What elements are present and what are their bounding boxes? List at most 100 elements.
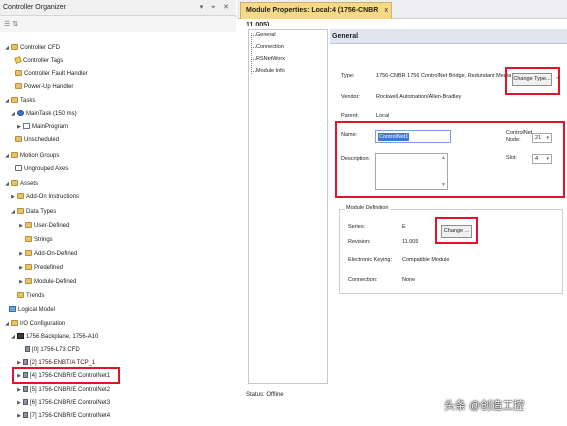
controlnet-node-select[interactable]: 21 ▾ — [532, 133, 552, 143]
tab-module-properties[interactable]: Module Properties: Local:4 (1756-CNBR 11… — [240, 2, 392, 29]
tree-node-user-defined[interactable]: ▶ User-Defined — [18, 220, 69, 232]
node-value: 21 — [535, 135, 542, 141]
name-label: Name: — [341, 132, 358, 138]
collapse-icon[interactable]: ◢ — [4, 95, 10, 107]
expand-icon[interactable]: ▶ — [10, 191, 16, 203]
module-icon — [25, 346, 30, 352]
watermark: 头条 @创造工控 — [444, 400, 525, 412]
folder-icon — [15, 136, 22, 142]
tree-node-controller[interactable]: ◢ Controller CFD — [4, 42, 60, 54]
logical-model-icon — [9, 306, 16, 312]
tree-node-ungrouped-axes[interactable]: Ungrouped Axes — [14, 163, 68, 175]
tree-node-backplane[interactable]: ◢ 1756 Backplane, 1756-A10 — [10, 331, 98, 343]
category-rsnetworx[interactable]: RSNetWorx — [253, 56, 285, 62]
collapse-icon[interactable]: ◢ — [10, 331, 16, 343]
type-label: Type: — [341, 73, 355, 79]
axes-icon — [15, 165, 22, 171]
organizer-toolbar[interactable]: ☰ ⇅ — [0, 17, 236, 32]
revision-label: Revision: — [348, 239, 371, 245]
folder-icon — [25, 236, 32, 242]
scroll-up-icon[interactable]: ▲ — [441, 155, 446, 161]
expand-icon[interactable]: ▶ — [18, 276, 24, 288]
tree-node-add-on-defined[interactable]: ▶ Add-On-Defined — [18, 248, 77, 260]
category-list — [248, 29, 328, 384]
folder-icon — [17, 193, 24, 199]
toolbar-icons[interactable]: ☰ ⇅ — [4, 21, 18, 28]
expand-icon[interactable]: ▶ — [18, 262, 24, 274]
module-icon — [23, 412, 28, 418]
tag-icon — [14, 56, 22, 64]
change-type-button[interactable]: Change Type... — [512, 73, 552, 86]
type-value: 1756-CNBR 1756 ControlNet Bridge, Redund… — [376, 73, 512, 79]
description-label: Description: — [341, 156, 371, 162]
module-icon — [23, 399, 28, 405]
vendor-value: Rockwell Automation/Allen-Bradley — [376, 94, 462, 100]
organizer-title-bar: Controller Organizer ▾ ⌖ ✕ — [0, 0, 236, 16]
pane-buttons[interactable]: ▾ ⌖ ✕ — [200, 0, 232, 16]
tree-node-trends[interactable]: Trends — [16, 290, 44, 302]
collapse-icon[interactable]: ◢ — [10, 108, 16, 120]
collapse-icon[interactable]: ◢ — [4, 178, 10, 190]
folder-icon — [15, 70, 22, 76]
organizer-title: Controller Organizer — [3, 4, 67, 11]
tree-node-logical-model[interactable]: Logical Model — [8, 304, 55, 316]
expand-icon[interactable]: ▶ — [16, 410, 22, 422]
change-button[interactable]: Change ... — [441, 225, 472, 238]
tree-node-slot-0[interactable]: [0] 1756-L73 CFD — [24, 344, 80, 356]
connection-value: None — [402, 277, 416, 283]
task-icon — [17, 110, 24, 116]
folder-icon — [17, 208, 24, 214]
category-module-info[interactable]: Module Info — [253, 68, 285, 74]
tree-node-add-on-instructions[interactable]: ▶ Add-On Instructions — [10, 191, 79, 203]
collapse-icon[interactable]: ◢ — [4, 150, 10, 162]
backplane-icon — [17, 333, 24, 339]
scroll-down-icon[interactable]: ▼ — [441, 182, 446, 188]
category-general[interactable]: General — [253, 32, 276, 38]
name-input[interactable]: ControlNet1 — [375, 130, 451, 143]
tree-node-assets[interactable]: ◢ Assets — [4, 178, 38, 190]
description-textarea[interactable]: ▲ ▼ — [375, 153, 448, 190]
tree-node-io-configuration[interactable]: ◢ I/O Configuration — [4, 318, 65, 330]
tree-node-module-defined[interactable]: ▶ Module-Defined — [18, 276, 76, 288]
tree-node-slot-7[interactable]: ▶ [7] 1756-CNBR/E ControlNet4 — [16, 410, 110, 422]
revision-value: 11.005 — [402, 239, 419, 245]
tree-node-controller-tags[interactable]: Controller Tags — [14, 55, 63, 67]
status-label: Status: — [246, 392, 265, 398]
folder-icon — [11, 180, 18, 186]
expand-icon[interactable]: ▶ — [18, 248, 24, 260]
folder-icon — [11, 152, 18, 158]
tree-node-slot-5[interactable]: ▶ [5] 1756-CNBR/E ControlNet2 — [16, 384, 110, 396]
close-icon[interactable]: x — [385, 3, 389, 18]
parent-label: Parent: — [341, 113, 359, 119]
status-value: Offline — [266, 392, 284, 398]
collapse-icon[interactable]: ◢ — [4, 318, 10, 330]
chevron-down-icon: ▾ — [546, 135, 549, 141]
expand-icon[interactable]: ▶ — [18, 220, 24, 232]
tree-node-maintask[interactable]: ◢ MainTask (150 ms) — [10, 108, 77, 120]
category-tree-line — [251, 33, 252, 74]
folder-icon — [17, 292, 24, 298]
tree-node-power-up-handler[interactable]: Power-Up Handler — [14, 81, 73, 93]
tree-node-fault-handler[interactable]: Controller Fault Handler — [14, 68, 88, 80]
tree-node-tasks[interactable]: ◢ Tasks — [4, 95, 35, 107]
expand-icon[interactable]: ▶ — [16, 121, 22, 133]
collapse-icon[interactable]: ◢ — [10, 206, 16, 218]
collapse-icon[interactable]: ◢ — [4, 42, 10, 54]
tree-node-predefined[interactable]: ▶ Predefined — [18, 262, 63, 274]
tree-node-strings[interactable]: Strings — [24, 234, 53, 246]
vendor-label: Vendor: — [341, 94, 360, 100]
tree-node-data-types[interactable]: ◢ Data Types — [10, 206, 56, 218]
general-heading: General — [330, 29, 567, 44]
slot-select[interactable]: 4 ▾ — [532, 154, 552, 164]
expand-icon[interactable]: ▶ — [16, 384, 22, 396]
highlight-box-selected-module — [12, 367, 120, 384]
slot-label: Slot: — [506, 155, 518, 161]
expand-icon[interactable]: ▶ — [16, 397, 22, 409]
tree-node-motion-groups[interactable]: ◢ Motion Groups — [4, 150, 59, 162]
tree-node-mainprogram[interactable]: ▶ MainProgram — [16, 121, 68, 133]
category-connection[interactable]: Connection — [253, 44, 284, 50]
folder-icon — [15, 83, 22, 89]
tree-node-unscheduled[interactable]: Unscheduled — [14, 134, 59, 146]
module-icon — [23, 386, 28, 392]
tree-node-slot-6[interactable]: ▶ [6] 1756-CNBR/E ControlNet3 — [16, 397, 110, 409]
